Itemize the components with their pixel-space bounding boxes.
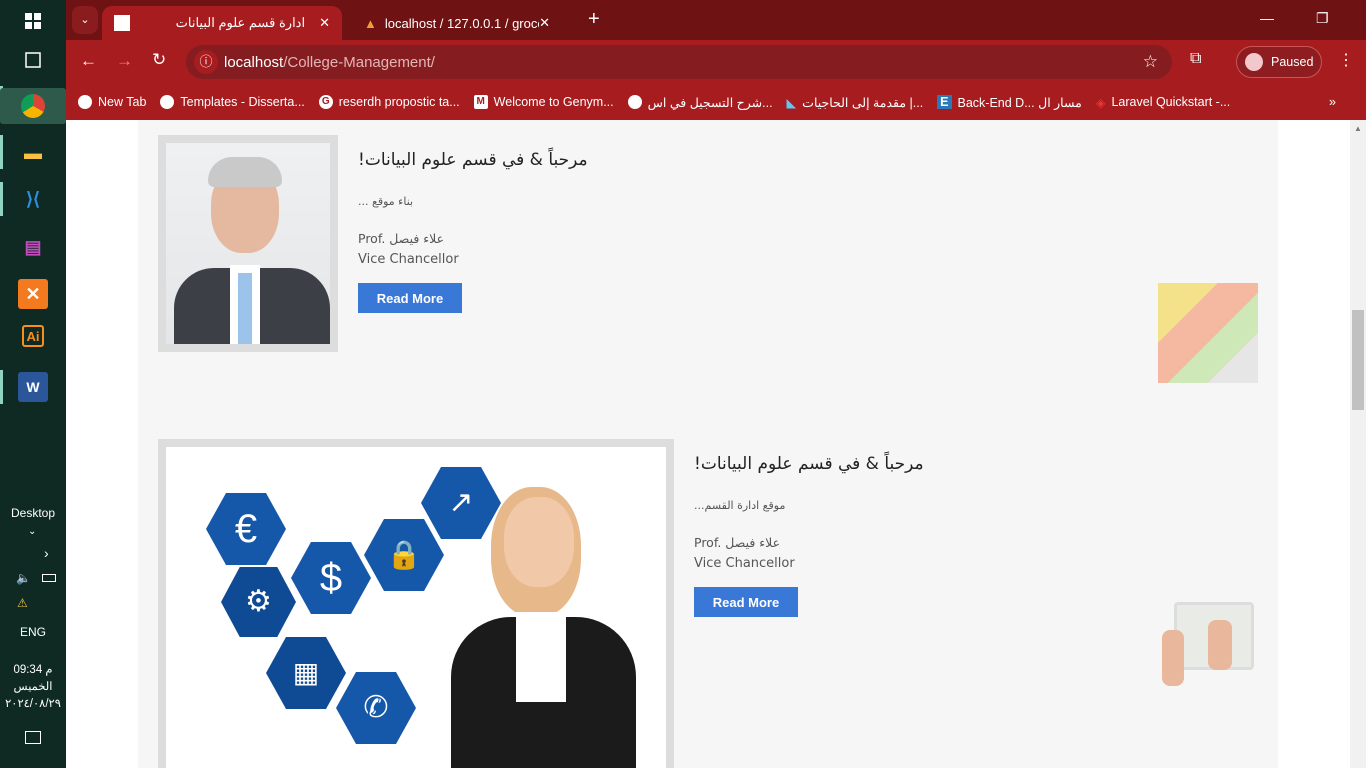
chrome-taskbar-icon[interactable] xyxy=(0,88,66,124)
site-favicon xyxy=(114,15,130,31)
author-name: Prof. علاء فيصل xyxy=(358,231,445,246)
support-illustration: € $ ⚙ 🔒 ↗ ▦ ✆ xyxy=(166,447,666,768)
card-title: !مرحباً & في قسم علوم البيانات xyxy=(694,454,924,474)
more-bookmarks-icon[interactable]: » xyxy=(1329,95,1336,109)
reload-button[interactable]: ↻ xyxy=(152,50,166,70)
card-title: !مرحباً & في قسم علوم البيانات xyxy=(358,150,588,170)
tab-search-button[interactable]: ⌄ xyxy=(72,6,98,34)
bookmark-star-icon[interactable]: ☆ xyxy=(1143,52,1158,72)
read-more-button[interactable]: Read More xyxy=(694,587,798,617)
tab-strip: ⌄ ادارة قسم علوم البيانات ✕ ▲ localhost … xyxy=(66,0,1366,40)
bookmark-google[interactable]: Greserdh propostic ta... xyxy=(318,95,460,109)
bookmark-backend[interactable]: E Back-End D... مسار ال xyxy=(937,95,1082,110)
bookmark-label: Templates - Disserta... xyxy=(180,95,305,109)
date: ٢٠٢٤/٠٨/٢٩ xyxy=(5,698,61,710)
forward-button[interactable]: → xyxy=(116,51,133,71)
read-more-button[interactable]: Read More xyxy=(358,283,462,313)
tab-title: localhost / 127.0.0.1 / grocery / xyxy=(384,15,539,31)
menu-icon[interactable]: ⋮ xyxy=(1338,50,1354,70)
bookmark-label: مقدمة إلى الحاجيات |... xyxy=(802,95,924,110)
page-scrollbar[interactable]: ▲ xyxy=(1350,120,1366,768)
url-path: /College-Management/ xyxy=(283,53,435,71)
gmail-icon: M xyxy=(473,95,488,109)
winrar-icon[interactable]: ▤ xyxy=(18,232,48,262)
language-indicator[interactable]: ENG xyxy=(0,625,66,639)
restore-button[interactable]: ❐ xyxy=(1316,10,1329,27)
minimize-button[interactable]: — xyxy=(1260,10,1274,27)
globe-icon xyxy=(78,95,92,109)
laravel-icon: ◈ xyxy=(1095,95,1106,110)
bookmarks-bar: New Tab Templates - Disserta... Greserdh… xyxy=(66,84,1366,120)
bookmark-label: New Tab xyxy=(98,95,147,109)
illustrator-icon[interactable]: Ai xyxy=(22,325,44,347)
globe-icon xyxy=(627,95,642,109)
profile-photo-frame xyxy=(158,135,338,352)
card-excerpt: ... بناء موقع xyxy=(358,195,414,208)
tab-active[interactable]: ادارة قسم علوم البيانات ✕ xyxy=(102,6,342,40)
card-excerpt: ...موقع ادارة القسم xyxy=(694,499,786,512)
browser-toolbar: ← → ↻ ⓘ localhost /College-Management/ ☆… xyxy=(66,40,1366,84)
illustration-frame: € $ ⚙ 🔒 ↗ ▦ ✆ xyxy=(158,439,674,768)
new-tab-button[interactable]: + xyxy=(588,8,600,31)
word-icon[interactable]: W xyxy=(18,372,48,402)
time: 09:34 م xyxy=(13,664,53,676)
bookmark-templates[interactable]: Templates - Disserta... xyxy=(160,95,305,109)
clock[interactable]: 09:34 م الخميس ٢٠٢٤/٠٨/٢٩ xyxy=(0,662,66,713)
day: الخميس xyxy=(13,681,53,693)
author-role: Vice Chancellor xyxy=(694,556,795,571)
scrollbar-thumb[interactable] xyxy=(1352,310,1364,410)
tab-title: ادارة قسم علوم البيانات xyxy=(175,15,306,30)
google-icon: G xyxy=(318,95,333,109)
back-button[interactable]: ← xyxy=(80,51,97,71)
close-tab-icon[interactable]: ✕ xyxy=(319,15,330,31)
profile-photo xyxy=(166,143,330,344)
vscode-icon[interactable]: ⟩⟨ xyxy=(18,184,48,214)
chevron-down-icon[interactable]: ⌄ xyxy=(28,526,36,537)
address-bar[interactable]: ⓘ localhost /College-Management/ ☆ xyxy=(186,45,1172,79)
volume-icon[interactable]: 🔈 xyxy=(16,571,31,585)
task-view-icon[interactable] xyxy=(18,45,48,75)
tab-phpmyadmin[interactable]: ▲ localhost / 127.0.0.1 / grocery / ✕ xyxy=(352,6,562,40)
bookmark-label: reserdh propostic ta... xyxy=(338,95,460,109)
tablet-thumbnail xyxy=(1160,600,1256,686)
desktop-label[interactable]: Desktop xyxy=(0,506,66,520)
network-warning-icon[interactable]: ⚠ xyxy=(17,596,28,610)
bookmark-laravel[interactable]: ◈ Laravel Quickstart -... xyxy=(1096,95,1230,110)
author-name: Prof. علاء فيصل xyxy=(694,535,781,550)
bookmark-gmail[interactable]: M Welcome to Genym... xyxy=(473,95,614,109)
windows-taskbar: ▬ ⟩⟨ ▤ ✕ Ai W Desktop ⌄ › 🔈 ⚠ ENG 09:34 … xyxy=(0,0,66,768)
author-role: Vice Chancellor xyxy=(358,252,459,267)
bookmark-label: شرح التسجيل في اس... xyxy=(647,95,773,110)
url-host: localhost xyxy=(224,53,284,71)
notifications-icon[interactable] xyxy=(25,731,41,744)
flutter-icon: ◣ xyxy=(786,95,797,110)
bookmark-label: Laravel Quickstart -... xyxy=(1111,95,1231,109)
site-info-icon[interactable]: ⓘ xyxy=(194,50,218,74)
windows-start-icon[interactable] xyxy=(18,6,48,36)
bookmark-label: Back-End D... مسار ال xyxy=(957,95,1082,110)
e-icon: E xyxy=(937,95,952,109)
globe-icon xyxy=(160,95,175,109)
avatar xyxy=(1245,53,1263,71)
bookmark-flutter[interactable]: ◣ مقدمة إلى الحاجيات |... xyxy=(787,95,924,110)
extensions-icon[interactable]: ⧉ xyxy=(1190,50,1201,68)
floor-plan-thumbnail xyxy=(1158,283,1258,383)
bookmark-label: Welcome to Genym... xyxy=(493,95,614,109)
xampp-icon[interactable]: ✕ xyxy=(18,279,48,309)
file-explorer-icon[interactable]: ▬ xyxy=(18,138,48,168)
close-tab-icon[interactable]: ✕ xyxy=(539,15,550,31)
bookmark-new-tab[interactable]: New Tab xyxy=(78,95,146,109)
bookmark-arabic-1[interactable]: شرح التسجيل في اس... xyxy=(627,95,773,110)
phpmyadmin-icon: ▲ xyxy=(364,15,377,31)
battery-icon[interactable] xyxy=(42,574,56,582)
profile-button[interactable]: Paused xyxy=(1236,46,1322,78)
profile-status: Paused xyxy=(1271,55,1314,69)
chevron-right-icon[interactable]: › xyxy=(44,545,49,561)
